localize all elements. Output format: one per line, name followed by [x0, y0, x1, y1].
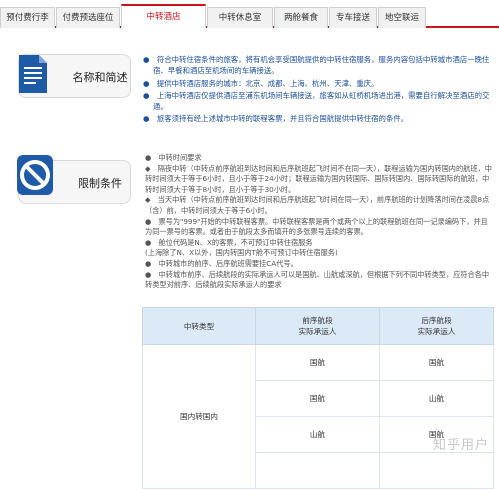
tab-transit-hotel[interactable]: 中转酒店 — [121, 4, 206, 28]
description-text: ● 符合中转住宿条件的旅客，将有机会享受国航提供的中转住宿服务，服务内容包括中转… — [143, 54, 495, 126]
table-cell: 山航 — [255, 416, 380, 453]
tab-premium-meals[interactable]: 两舱餐食 — [274, 7, 328, 28]
name-description-card: 名称和简述 — [18, 54, 131, 98]
table-row: 国内转国内 国航 国航 — [142, 344, 494, 489]
restriction-item: ● 票号为"999"开始的中转联程客票。中转联程客票是两个或两个以上的联程航班在… — [145, 216, 488, 237]
restrictions-text: ● 中转时间要求 ◆ 隔夜中转（中转点前序航班到达时间和后序航班起飞时间不在同一… — [145, 153, 495, 291]
tab-car-transfer[interactable]: 专车接送 — [329, 7, 377, 28]
service-tab-bar: 预付费行李 付费预选座位 中转酒店 中转休息室 两舱餐食 专车接送 地空联运 — [0, 0, 499, 28]
description-paragraph: ● 提供中转酒店服务的城市：北京、成都、上海、杭州、天津、重庆。 — [143, 78, 379, 88]
restrictions-card: 限制条件 — [17, 155, 131, 204]
description-paragraph: ● 旅客须持有经上述城市中转的联程客票，并且符合国航提供中转住宿的条件。 — [143, 114, 409, 124]
header-transit-type: 中转类型 — [142, 307, 256, 345]
table-cell: 山航 — [379, 380, 494, 417]
table-cell: 国航 — [379, 344, 494, 381]
header-next-carrier: 后序航段 实际承运人 — [379, 307, 494, 345]
tab-transit-lounge[interactable]: 中转休息室 — [207, 7, 273, 28]
restrictions-title: 限制条件 — [78, 177, 122, 190]
transit-carrier-table: 中转类型 前序航段 实际承运人 后序航段 实际承运人 国内转国内 国航 国航 国… — [142, 307, 494, 489]
watermark: 知乎用户 — [432, 438, 489, 453]
header-prior-carrier: 前序航段 实际承运人 — [255, 307, 380, 345]
tab-paid-seat-selection[interactable]: 付费预选座位 — [56, 7, 120, 28]
table-cell: 国航 — [255, 344, 380, 381]
table-header-row: 中转类型 前序航段 实际承运人 后序航段 实际承运人 — [142, 307, 494, 345]
table-cell: 国航 — [255, 380, 380, 417]
restriction-item: ● 中转城市的前序、后序航班需要挂CA代号。 — [145, 258, 298, 268]
document-icon — [19, 55, 47, 93]
description-paragraph: ● 上海中转酒店仅提供酒店至浦东机场间车辆接送，旅客如从虹桥机场进出港，需要自行… — [143, 90, 490, 112]
restriction-item: ● 舱位代码是N、X的客票，不可预订中转住宿服务 — [145, 237, 313, 247]
restriction-item: ◆ 隔夜中转（中转点前序航班到达时间和后序航班起飞时间不在同一天），联程运输为国… — [145, 163, 492, 194]
transit-type-cell: 国内转国内 — [142, 344, 256, 489]
tab-prepaid-baggage[interactable]: 预付费行李 — [0, 7, 55, 28]
restriction-item: ● 中转城市前序、后续航段的实际承运人可以是国航、山航或深航，但根据下列不同中转… — [145, 269, 490, 290]
table-cell — [255, 452, 380, 489]
table-cell — [379, 452, 494, 489]
restriction-item: ◆ 当天中转（中转点前序航班到达时间和后序航班起飞时间在同一天），前序航班的计划… — [145, 195, 490, 215]
description-paragraph: ● 符合中转住宿条件的旅客，将有机会享受国航提供的中转住宿服务，服务内容包括中转… — [143, 55, 490, 76]
restriction-item: ● 中转时间要求 — [145, 153, 202, 162]
tab-air-ground-transport[interactable]: 地空联运 — [378, 7, 426, 28]
name-description-title: 名称和简述 — [72, 71, 128, 84]
no-entry-icon — [17, 155, 53, 195]
restriction-item: (上海除了N、X以外，国内转国内T舱不可预订中转住宿服务) — [145, 248, 338, 258]
